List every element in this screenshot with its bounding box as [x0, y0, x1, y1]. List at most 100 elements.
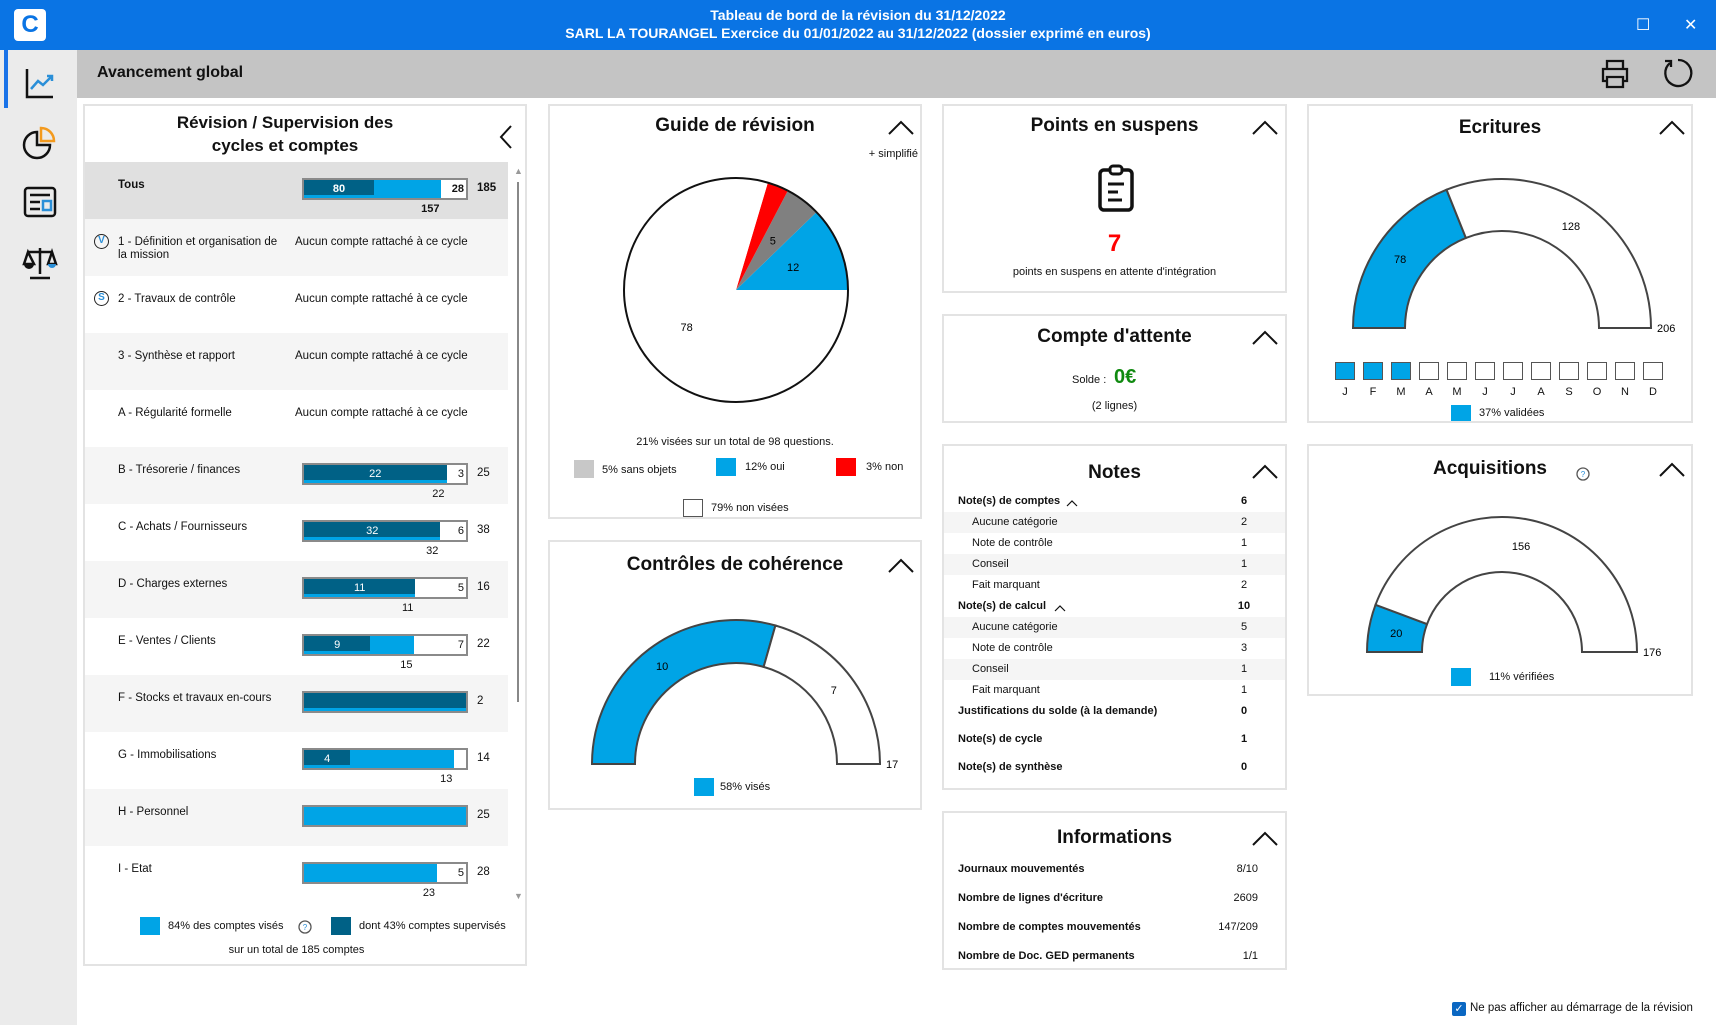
- balance-scale-icon[interactable]: [20, 242, 60, 282]
- notes-row[interactable]: Justifications du solde (à la demande) 0: [944, 701, 1285, 729]
- cycles-title: Révision / Supervision des cycles et comp…: [85, 111, 485, 157]
- collapse-chevron-up-icon[interactable]: [1252, 464, 1278, 480]
- cycle-row[interactable]: G - Immobilisations 4 14 13: [85, 732, 508, 789]
- notes-row[interactable]: Note(s) de calcul 10: [944, 596, 1285, 617]
- notes-row[interactable]: Fait marquant 2: [944, 575, 1285, 596]
- cycle-row[interactable]: C - Achats / Fournisseurs 32 6 38 32: [85, 504, 508, 561]
- notes-row[interactable]: Note de contrôle 1: [944, 533, 1285, 554]
- notes-row[interactable]: Note(s) de synthèse 0: [944, 757, 1285, 785]
- expand-chevron-icon[interactable]: [1054, 604, 1066, 612]
- scroll-up-arrow[interactable]: ▲: [514, 166, 523, 176]
- notes-row[interactable]: Note de contrôle 3: [944, 638, 1285, 659]
- gauge-remaining-label: 128: [1562, 221, 1580, 233]
- note-value: 1: [1240, 663, 1248, 675]
- solde-label: Solde :: [1072, 374, 1107, 386]
- month-label: F: [1369, 386, 1377, 398]
- note-value: 1: [1240, 537, 1248, 549]
- note-label: Note(s) de calcul: [958, 600, 1047, 612]
- month-box[interactable]: [1475, 362, 1495, 380]
- month-box[interactable]: [1531, 362, 1551, 380]
- dont-show-label[interactable]: Ne pas afficher au démarrage de la révis…: [1470, 1002, 1693, 1014]
- notes-row[interactable]: Aucune catégorie 5: [944, 617, 1285, 638]
- month-box[interactable]: [1419, 362, 1439, 380]
- total-count: 38: [477, 524, 490, 536]
- legend-swatch-not-viewed: [683, 499, 703, 517]
- total-count: 22: [477, 638, 490, 650]
- progress-bar: 5: [302, 862, 468, 884]
- month-box[interactable]: [1559, 362, 1579, 380]
- pie-chart-icon[interactable]: [20, 122, 60, 162]
- info-label: Nombre de comptes mouvementés: [958, 921, 1141, 933]
- note-value: 3: [1240, 642, 1248, 654]
- notes-row[interactable]: Fait marquant 1: [944, 680, 1285, 701]
- cycle-row[interactable]: Tous 80 28 185 157: [85, 162, 508, 219]
- help-icon[interactable]: ?: [297, 919, 313, 935]
- coherence-legend: 58% visés: [720, 781, 771, 793]
- month-box[interactable]: [1503, 362, 1523, 380]
- refresh-icon[interactable]: [1660, 55, 1696, 91]
- coherence-gauge: 10 7 17: [590, 619, 898, 771]
- notes-row[interactable]: Note(s) de cycle 1: [944, 729, 1285, 757]
- legend-viewed-swatch: [140, 917, 160, 935]
- cycle-row[interactable]: I - Etat 5 28 23: [85, 846, 508, 903]
- expand-chevron-icon[interactable]: [1066, 499, 1078, 507]
- note-label: Justifications du solde (à la demande): [958, 705, 1158, 717]
- collapse-chevron-up-icon[interactable]: [1252, 120, 1278, 136]
- notes-row[interactable]: Conseil 1: [944, 659, 1285, 680]
- print-icon[interactable]: [1597, 56, 1633, 92]
- month-box[interactable]: [1363, 362, 1383, 380]
- cycle-row[interactable]: 1 - Définition et organisation de la mis…: [85, 219, 508, 276]
- scrollbar-thumb[interactable]: [517, 182, 519, 702]
- pie-slice-label: 12: [787, 262, 799, 274]
- guide-title: Guide de révision: [655, 115, 815, 136]
- info-value: 2609: [1233, 892, 1258, 904]
- month-box[interactable]: [1335, 362, 1355, 380]
- collapse-chevron-up-icon[interactable]: [1252, 330, 1278, 346]
- scroll-down-arrow[interactable]: ▼: [514, 891, 523, 901]
- cycle-row[interactable]: B - Trésorerie / finances 22 3 25 22: [85, 447, 508, 504]
- gauge-done-segment: [1351, 188, 1468, 329]
- month-box[interactable]: [1587, 362, 1607, 380]
- total-count: 2: [477, 695, 484, 707]
- cycle-row[interactable]: 3 - Synthèse et rapport Aucun compte ratt…: [85, 333, 508, 390]
- note-label: Aucune catégorie: [972, 516, 1058, 528]
- note-label: Conseil: [972, 663, 1009, 675]
- legend-swatch: [694, 778, 714, 796]
- collapse-chevron-up-icon[interactable]: [1252, 831, 1278, 847]
- close-button[interactable]: ✕: [1684, 15, 1697, 35]
- ecritures-gauge: 78 128 206: [1351, 178, 1675, 335]
- month-box[interactable]: [1391, 362, 1411, 380]
- month-box[interactable]: [1643, 362, 1663, 380]
- note-label: Conseil: [972, 558, 1009, 570]
- cycle-row[interactable]: A - Régularité formelle Aucun compte ratt…: [85, 390, 508, 447]
- cycle-label: F - Stocks et travaux en-cours: [118, 692, 272, 704]
- mode-simplified-link[interactable]: + simplifié: [869, 148, 918, 160]
- collapse-chevron-up-icon[interactable]: [888, 120, 914, 136]
- notes-row[interactable]: Note(s) de comptes 6: [944, 491, 1285, 512]
- dont-show-checkbox[interactable]: ✓: [1452, 1002, 1466, 1016]
- cycles-title-line1: Révision / Supervision des: [176, 113, 394, 132]
- cycle-row[interactable]: D - Charges externes 11 5 16 11: [85, 561, 508, 618]
- cycle-row[interactable]: H - Personnel 25: [85, 789, 508, 846]
- maximize-button[interactable]: ☐: [1636, 15, 1650, 35]
- acquisitions-gauge: 20 156 176: [1365, 516, 1661, 659]
- supervised-count: 11: [353, 582, 366, 594]
- scrollbar[interactable]: ▲ ▼: [513, 166, 523, 906]
- cycle-row[interactable]: E - Ventes / Clients 9 7 22 15: [85, 618, 508, 675]
- informations-panel: Informations Journaux mouvementés 8/10 Nom…: [942, 811, 1287, 970]
- cycle-row[interactable]: 2 - Travaux de contrôle S Aucun compte rat…: [85, 276, 508, 333]
- trend-chart-icon[interactable]: [20, 64, 60, 104]
- note-value: 1: [1240, 733, 1248, 745]
- attente-lines: (2 lignes): [1091, 400, 1138, 412]
- suspens-text: points en suspens en attente d'intégrati…: [1012, 266, 1217, 278]
- progress-bar: [302, 805, 468, 827]
- month-box[interactable]: [1447, 362, 1467, 380]
- notes-row[interactable]: Aucune catégorie 2: [944, 512, 1285, 533]
- dashboard-card-icon[interactable]: [20, 182, 60, 222]
- month-box[interactable]: [1615, 362, 1635, 380]
- gauge-done-label: 10: [656, 661, 668, 673]
- notes-row[interactable]: Conseil 1: [944, 554, 1285, 575]
- note-value: 1: [1240, 684, 1248, 696]
- collapse-chevron-left-icon[interactable]: [498, 124, 514, 150]
- cycle-row[interactable]: F - Stocks et travaux en-cours 2: [85, 675, 508, 732]
